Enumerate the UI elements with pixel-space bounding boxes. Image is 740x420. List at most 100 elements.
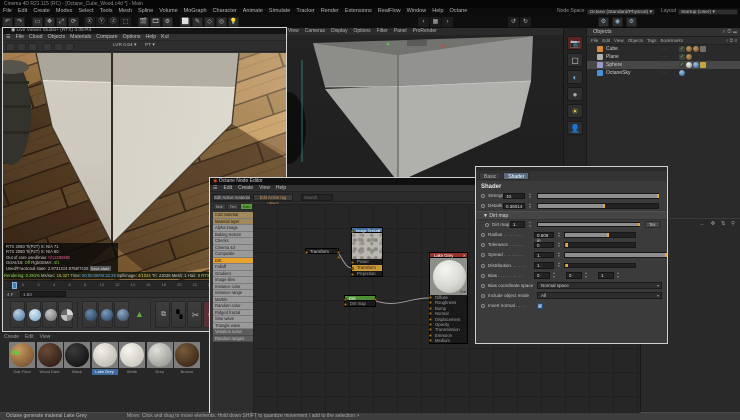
select-tool-icon[interactable]: ▭ [32, 16, 43, 27]
render-settings-icon[interactable]: ⚙ [162, 16, 173, 27]
add-deformer-icon[interactable]: ◎ [216, 16, 227, 27]
add-light-icon[interactable]: 💡 [228, 16, 239, 27]
lv-menu-item[interactable]: Compare [96, 34, 117, 40]
node-category-tab[interactable]: Tex [226, 203, 239, 210]
lv-diffuse-material-icon[interactable] [10, 301, 25, 328]
lv-menu-item[interactable]: File [16, 34, 24, 40]
anim-dot[interactable] [481, 304, 485, 309]
undo-icon[interactable]: ↶ [2, 16, 13, 27]
edit-active-material-button[interactable]: Edit Active material [213, 193, 251, 201]
objects-filter-icons[interactable]: ⌕ ◎ 8 [726, 37, 737, 44]
history-back-icon[interactable]: ↺ [508, 16, 519, 27]
menu-item[interactable]: Simulate [266, 8, 293, 15]
menu-item[interactable]: MoGraph [181, 8, 210, 15]
add-generator-icon[interactable]: ◇ [204, 16, 215, 27]
details-slider[interactable] [537, 203, 659, 209]
half-sphere-icon[interactable]: ◐ [567, 70, 583, 84]
objects-menu-item[interactable]: Bookmarks [661, 37, 684, 44]
dirt-map-slider[interactable] [537, 221, 640, 228]
objects-header-icons[interactable]: ⌕ ◎ ☰ [722, 28, 737, 37]
material-menu-item[interactable]: Edit [25, 333, 34, 341]
object-tree-row[interactable]: Plane ·· ✓ [587, 53, 740, 61]
tab-shader[interactable]: Shader [503, 172, 530, 180]
strength-value[interactable]: 10. [503, 192, 525, 199]
lv-apply-diffuse-icon[interactable] [82, 301, 97, 328]
object-visibility-dots[interactable]: ·· [661, 46, 668, 52]
material-thumbnail[interactable]: Black [64, 342, 90, 375]
object-tree-row[interactable]: OctaneSky ·· [587, 69, 740, 77]
edit-active-tag-button[interactable]: Edit Active tag object [253, 193, 293, 206]
material-thumbnail[interactable]: MIX Oak Floor [9, 342, 35, 375]
material-node[interactable]: Lake Grey ✕ Mat Diffuse Roughness Bump Norm… [428, 252, 468, 344]
y-axis-icon[interactable]: Ⓨ [96, 16, 107, 27]
anim-dot[interactable] [481, 253, 485, 258]
nav-home-icon[interactable]: ▦ [430, 16, 441, 27]
lv-tool-icon[interactable] [43, 42, 52, 51]
distribution-value[interactable]: 1. [534, 262, 554, 269]
scale-tool-icon[interactable]: ⤢ [56, 16, 67, 27]
bias-y-value[interactable]: 0 [566, 272, 582, 279]
material-thumbnail[interactable]: Lake Grey [91, 342, 118, 375]
spread-value[interactable]: 1. [534, 251, 554, 259]
lv-tool-icon[interactable] [6, 42, 15, 51]
ne-hamburger-icon[interactable]: ☰ [213, 185, 217, 191]
viewport-menu-item[interactable]: Filter [377, 28, 388, 35]
material-thumbnail[interactable]: Grey [146, 342, 173, 375]
lv-specular-material-icon[interactable] [42, 301, 57, 328]
anim-dot[interactable] [481, 194, 485, 198]
objects-panel-header[interactable]: Objects ⌕ ◎ ☰ [587, 28, 740, 37]
node-type-item[interactable]: Random ranges [213, 335, 253, 342]
ne-menu-item[interactable]: View [259, 185, 270, 191]
octane-render-icon[interactable]: ◉ [612, 16, 623, 27]
object-visibility-dots[interactable]: ·· [661, 70, 668, 76]
z-axis-icon[interactable]: Ⓩ [108, 16, 119, 27]
menu-item[interactable]: File [0, 8, 15, 15]
layout-dropdown[interactable]: Startup (User) ▾ [678, 8, 738, 15]
lv-resolution-dropdown[interactable]: LVR 0.64 ▾ [113, 43, 136, 48]
radius-value[interactable]: 0.609 in [534, 231, 554, 243]
material-thumbnail[interactable]: Bronze [174, 342, 200, 375]
viewport-menu-item[interactable]: Display [331, 28, 347, 35]
lv-apply-glossy-icon[interactable] [98, 301, 113, 328]
object-tags[interactable]: ✓ [679, 62, 706, 68]
dirt-map-value[interactable]: 1. [510, 221, 525, 228]
menu-item[interactable]: Spline [135, 8, 156, 15]
nav-forward-icon[interactable]: › [442, 16, 453, 27]
anim-dot[interactable] [485, 222, 489, 227]
ne-menu-item[interactable]: Create [238, 185, 253, 191]
ne-menu-item[interactable]: Edit [223, 185, 232, 191]
menu-item[interactable]: Tools [97, 8, 116, 15]
lv-glossy-material-icon[interactable] [26, 301, 41, 328]
object-tags[interactable]: ✓ [679, 46, 706, 52]
radius-slider[interactable] [564, 232, 636, 238]
objects-menu-item[interactable]: Edit [602, 37, 610, 44]
node-input-row[interactable]: Projection [350, 271, 383, 277]
material-menu-item[interactable]: Create [4, 333, 19, 341]
ne-menu-item[interactable]: Help [276, 185, 286, 191]
anim-dot[interactable] [481, 243, 485, 248]
anim-dot[interactable] [481, 284, 485, 288]
menu-item[interactable]: Animate [240, 8, 266, 15]
lv-checker-icon[interactable]: ▚ [171, 301, 186, 328]
menu-item[interactable]: Volume [156, 8, 180, 15]
menu-item[interactable]: RealFlow [375, 8, 404, 15]
history-forward-icon[interactable]: ↻ [520, 16, 531, 27]
lv-menu-item[interactable]: Materials [70, 34, 91, 40]
bias-x-value[interactable]: 0 [534, 272, 550, 279]
objects-menu-item[interactable]: View [614, 37, 624, 44]
lv-menu-item[interactable]: Objects [48, 34, 66, 40]
render-camera-icon[interactable]: 📷 [567, 36, 583, 50]
menu-item[interactable]: Tracker [293, 8, 317, 15]
redo-icon[interactable]: ↷ [14, 16, 25, 27]
menu-item[interactable]: Render [318, 8, 342, 15]
lv-apply-specular-icon[interactable] [114, 301, 129, 328]
x-axis-icon[interactable]: Ⓧ [84, 16, 95, 27]
lv-scissors-icon[interactable]: ✂ [187, 301, 202, 328]
object-tree-row[interactable]: Sphere ·· ✓ [587, 61, 740, 69]
lv-tool-icon[interactable] [17, 42, 26, 51]
tolerance-slider[interactable] [564, 242, 636, 248]
sphere-icon[interactable]: ● [567, 87, 583, 101]
include-mode-dropdown[interactable]: All [537, 292, 662, 300]
lv-mix-material-icon[interactable] [58, 301, 73, 328]
lv-tool-icon[interactable] [65, 42, 74, 51]
